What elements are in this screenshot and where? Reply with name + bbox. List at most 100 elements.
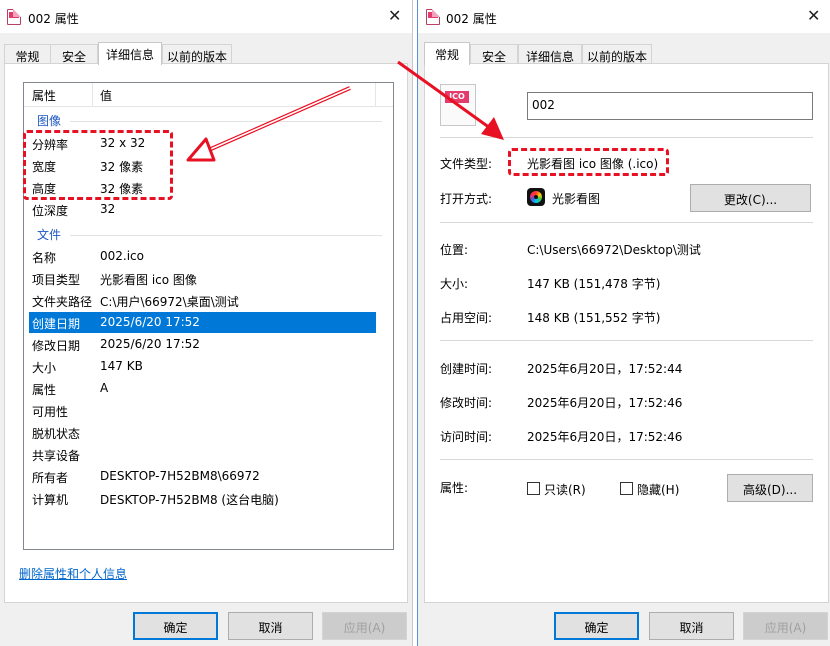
tab-general[interactable]: 常规: [424, 42, 470, 65]
highlight-box: [508, 148, 669, 176]
property-name: 可用性: [32, 405, 69, 419]
property-value: A: [100, 381, 109, 395]
tab-security[interactable]: 安全: [470, 44, 518, 64]
property-name: 文件夹路径: [32, 295, 93, 309]
property-value: DESKTOP-7H52BM8 (这台电脑): [100, 493, 279, 507]
property-value: 32: [100, 202, 116, 216]
property-name: 共享设备: [32, 449, 81, 463]
location-value: C:\Users\66972\Desktop\测试: [527, 243, 701, 257]
size-on-disk-label: 占用空间:: [440, 311, 493, 325]
hidden-label[interactable]: 隐藏(H): [637, 481, 679, 498]
ok-button[interactable]: 确定: [133, 612, 218, 640]
apply-button[interactable]: 应用(A): [322, 612, 407, 640]
ico-file-icon: [7, 9, 21, 25]
highlight-box: [23, 130, 173, 200]
property-name: 修改日期: [32, 339, 81, 353]
list-item[interactable]: 文件夹路径 C:\用户\66972\桌面\测试: [29, 290, 376, 311]
column-header-value[interactable]: 值: [100, 87, 112, 104]
group-label-image: 图像: [37, 114, 62, 128]
property-value: 光影看图 ico 图像: [100, 273, 197, 287]
accessed-label: 访问时间:: [440, 430, 493, 444]
property-name: 所有者: [32, 471, 69, 485]
size-value: 147 KB (151,478 字节): [527, 277, 661, 291]
tab-strip: 常规 安全 详细信息 以前的版本: [418, 42, 830, 65]
location-label: 位置:: [440, 243, 469, 257]
created-value: 2025年6月20日，17:52:44: [527, 362, 683, 376]
tab-general[interactable]: 常规: [4, 44, 51, 64]
window-title: 002 属性: [28, 12, 79, 26]
property-name: 名称: [32, 251, 57, 265]
property-name: 位深度: [32, 204, 69, 218]
hidden-checkbox[interactable]: [620, 482, 633, 495]
title-bar[interactable]: 002 属性 ✕: [0, 0, 412, 33]
divider: [440, 137, 813, 138]
list-item[interactable]: 共享设备: [29, 444, 376, 465]
tab-security[interactable]: 安全: [50, 44, 98, 64]
file-type-label: 文件类型:: [440, 157, 493, 171]
general-tab-page: ICO 002 文件类型: 光影看图 ico 图像 (.ico) 打开方式: 光…: [424, 63, 829, 603]
list-item[interactable]: 计算机 DESKTOP-7H52BM8 (这台电脑): [29, 488, 376, 509]
property-name: 大小: [32, 361, 57, 375]
readonly-label[interactable]: 只读(R): [544, 481, 586, 498]
file-name-field[interactable]: 002: [527, 92, 813, 120]
list-item-selected[interactable]: 创建日期 2025/6/20 17:52: [29, 312, 376, 333]
list-item[interactable]: 脱机状态: [29, 422, 376, 443]
divider: [440, 459, 813, 460]
column-divider[interactable]: [375, 83, 376, 106]
property-value: C:\用户\66972\桌面\测试: [100, 295, 239, 309]
column-divider[interactable]: [92, 83, 93, 106]
ico-file-icon: ICO: [440, 84, 476, 126]
property-name: 属性: [32, 383, 57, 397]
property-name: 创建日期: [32, 317, 81, 331]
list-item[interactable]: 修改日期 2025/6/20 17:52: [29, 334, 376, 355]
modified-value: 2025年6月20日，17:52:46: [527, 396, 683, 410]
property-value: 147 KB: [100, 359, 143, 373]
advanced-button[interactable]: 高级(D)...: [727, 474, 813, 502]
apply-button[interactable]: 应用(A): [743, 612, 828, 640]
close-icon[interactable]: ✕: [388, 8, 401, 24]
readonly-checkbox[interactable]: [527, 482, 540, 495]
tab-strip: 常规 安全 详细信息 以前的版本: [0, 42, 412, 65]
list-item[interactable]: 大小 147 KB: [29, 356, 376, 377]
property-value: 2025/6/20 17:52: [100, 337, 200, 351]
created-label: 创建时间:: [440, 362, 493, 376]
ico-tag: ICO: [445, 91, 469, 103]
open-with-label: 打开方式:: [440, 192, 493, 206]
divider: [440, 340, 813, 341]
tab-previous-versions[interactable]: 以前的版本: [162, 44, 232, 64]
size-on-disk-value: 148 KB (151,552 字节): [527, 311, 661, 325]
size-label: 大小:: [440, 277, 469, 291]
remove-properties-link[interactable]: 删除属性和个人信息: [19, 565, 127, 582]
property-name: 脱机状态: [32, 427, 81, 441]
list-item[interactable]: 属性 A: [29, 378, 376, 399]
tab-previous-versions[interactable]: 以前的版本: [582, 44, 652, 64]
list-item[interactable]: 可用性: [29, 400, 376, 421]
property-name: 项目类型: [32, 273, 81, 287]
cancel-button[interactable]: 取消: [228, 612, 313, 640]
property-value: DESKTOP-7H52BM8\66972: [100, 469, 260, 483]
column-header-property[interactable]: 属性: [32, 87, 56, 104]
ok-button[interactable]: 确定: [554, 612, 639, 640]
list-item[interactable]: 项目类型 光影看图 ico 图像: [29, 268, 376, 289]
details-tab-page: 属性 值 图像 分辨率 32 x 32 宽度 32 像素 高度 32 像素 位深…: [4, 63, 408, 603]
property-name: 计算机: [32, 493, 69, 507]
window-title: 002 属性: [446, 12, 497, 26]
property-value: 002.ico: [100, 249, 144, 263]
tab-details[interactable]: 详细信息: [518, 44, 582, 64]
viewer-app-icon: [527, 188, 545, 206]
list-item[interactable]: 名称 002.ico: [29, 246, 376, 267]
list-item[interactable]: 所有者 DESKTOP-7H52BM8\66972: [29, 466, 376, 487]
modified-label: 修改时间:: [440, 396, 493, 410]
close-icon[interactable]: ✕: [807, 8, 820, 24]
list-item[interactable]: 位深度 32: [29, 199, 376, 220]
group-divider: [70, 235, 382, 236]
cancel-button[interactable]: 取消: [649, 612, 734, 640]
title-bar[interactable]: 002 属性 ✕: [418, 0, 830, 33]
divider: [440, 222, 813, 223]
accessed-value: 2025年6月20日，17:52:46: [527, 430, 683, 444]
open-with-value: 光影看图: [552, 192, 601, 206]
ico-file-icon: [426, 9, 440, 25]
group-divider: [70, 121, 382, 122]
tab-details[interactable]: 详细信息: [98, 42, 162, 65]
change-button[interactable]: 更改(C)...: [690, 184, 811, 212]
